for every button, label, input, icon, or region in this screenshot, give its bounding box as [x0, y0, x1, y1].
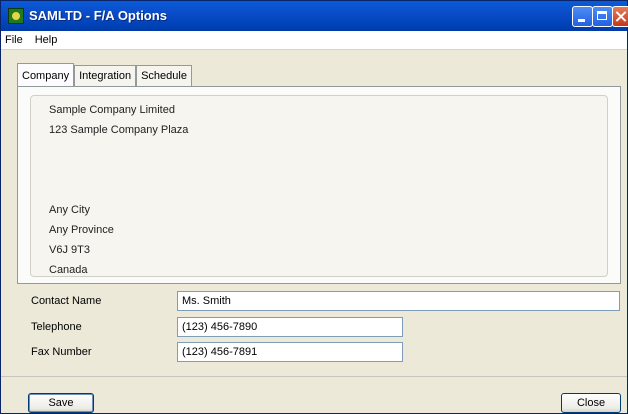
- tab-schedule[interactable]: Schedule: [136, 65, 192, 86]
- contact-name-label: Contact Name: [31, 295, 102, 307]
- minimize-icon[interactable]: [572, 6, 593, 27]
- company-tab-panel: Sample Company Limited 123 Sample Compan…: [17, 86, 621, 284]
- close-button[interactable]: Close: [561, 393, 621, 413]
- telephone-label: Telephone: [31, 321, 82, 333]
- telephone-field[interactable]: (123) 456-7890: [177, 317, 403, 337]
- options-window: SAMLTD - F/A Options File Help Company I…: [0, 0, 628, 414]
- tab-company[interactable]: Company: [17, 63, 75, 86]
- menu-bar: File Help: [1, 31, 627, 50]
- save-button[interactable]: Save: [28, 393, 94, 413]
- address-country: Canada: [49, 264, 88, 276]
- address-line-1: Sample Company Limited: [49, 104, 175, 116]
- footer-divider: [1, 376, 627, 377]
- contact-name-field[interactable]: Ms. Smith: [177, 291, 620, 311]
- app-icon: [8, 8, 24, 24]
- close-icon[interactable]: [612, 6, 628, 27]
- address-line-2: 123 Sample Company Plaza: [49, 124, 189, 136]
- title-bar[interactable]: SAMLTD - F/A Options: [1, 1, 628, 31]
- menu-file[interactable]: File: [5, 34, 23, 46]
- company-address-box: Sample Company Limited 123 Sample Compan…: [30, 95, 608, 277]
- address-province: Any Province: [49, 224, 114, 236]
- fax-number-field[interactable]: (123) 456-7891: [177, 342, 403, 362]
- menu-help[interactable]: Help: [35, 34, 58, 46]
- window-title: SAMLTD - F/A Options: [29, 8, 167, 23]
- tab-integration[interactable]: Integration: [74, 65, 137, 86]
- fax-number-label: Fax Number: [31, 346, 92, 358]
- tab-strip: Company Integration Schedule: [17, 63, 192, 87]
- address-city: Any City: [49, 204, 90, 216]
- address-postal-code: V6J 9T3: [49, 244, 90, 256]
- maximize-icon[interactable]: [592, 6, 613, 27]
